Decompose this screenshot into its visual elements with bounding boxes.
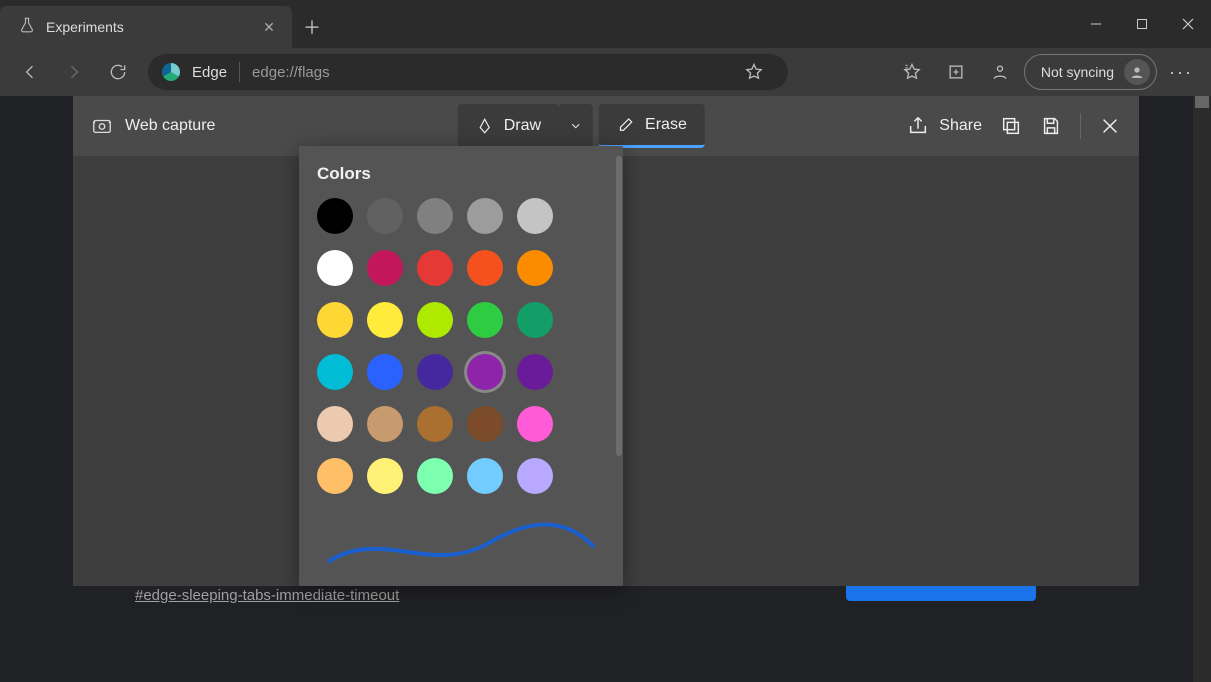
- popup-scrollbar[interactable]: [615, 156, 623, 466]
- tab-close-button[interactable]: ✕: [260, 19, 278, 36]
- color-swatch[interactable]: [367, 198, 403, 234]
- color-swatch[interactable]: [467, 250, 503, 286]
- color-swatch[interactable]: [517, 458, 553, 494]
- sync-status[interactable]: Not syncing: [1024, 54, 1157, 90]
- more-menu-button[interactable]: ···: [1161, 53, 1201, 91]
- colors-title: Colors: [317, 164, 605, 184]
- title-bar: Experiments ✕ ＋: [0, 0, 1211, 48]
- color-swatch[interactable]: [317, 406, 353, 442]
- address-separator: [239, 62, 240, 82]
- colors-popup: Colors: [299, 146, 623, 586]
- share-icon: [907, 115, 929, 137]
- color-swatch[interactable]: [417, 354, 453, 390]
- color-swatch[interactable]: [417, 406, 453, 442]
- save-button[interactable]: [1040, 115, 1062, 137]
- back-button[interactable]: [10, 53, 50, 91]
- color-swatch[interactable]: [367, 458, 403, 494]
- forward-button[interactable]: [54, 53, 94, 91]
- share-button[interactable]: Share: [907, 115, 982, 137]
- color-swatch[interactable]: [317, 250, 353, 286]
- avatar-icon: [1124, 59, 1150, 85]
- edge-logo-icon: [162, 63, 180, 81]
- sync-label: Not syncing: [1041, 64, 1114, 80]
- color-swatch[interactable]: [517, 302, 553, 338]
- web-capture-title: Web capture: [125, 117, 215, 135]
- profile-button[interactable]: [980, 53, 1020, 91]
- color-swatch[interactable]: [317, 198, 353, 234]
- color-swatch[interactable]: [417, 250, 453, 286]
- refresh-button[interactable]: [98, 53, 138, 91]
- close-capture-button[interactable]: [1099, 115, 1121, 137]
- color-swatch[interactable]: [367, 250, 403, 286]
- pen-icon: [476, 117, 494, 135]
- color-swatch[interactable]: [467, 406, 503, 442]
- draw-options-button[interactable]: [559, 104, 593, 148]
- color-swatch[interactable]: [467, 302, 503, 338]
- address-brand: Edge: [192, 64, 227, 81]
- popup-scrollbar-thumb[interactable]: [616, 156, 622, 456]
- web-capture-icon: [91, 115, 113, 137]
- favorites-button[interactable]: [892, 53, 932, 91]
- flask-icon: [18, 16, 36, 39]
- window-close-button[interactable]: [1165, 0, 1211, 48]
- toolbar-divider: [1080, 113, 1081, 139]
- address-url: edge://flags: [252, 64, 330, 81]
- favorite-star-button[interactable]: [734, 53, 774, 91]
- address-bar[interactable]: Edge edge://flags: [148, 54, 788, 90]
- color-swatch[interactable]: [317, 302, 353, 338]
- draw-label: Draw: [504, 117, 541, 135]
- color-swatch[interactable]: [417, 198, 453, 234]
- color-swatch[interactable]: [517, 198, 553, 234]
- color-swatch[interactable]: [467, 354, 503, 390]
- eraser-icon: [617, 116, 635, 134]
- copy-button[interactable]: [1000, 115, 1022, 137]
- window-minimize-button[interactable]: [1073, 0, 1119, 48]
- draw-tool-button[interactable]: Draw: [458, 104, 559, 148]
- tab-title: Experiments: [46, 19, 250, 35]
- color-swatch[interactable]: [317, 458, 353, 494]
- color-swatch[interactable]: [417, 302, 453, 338]
- color-swatch[interactable]: [517, 250, 553, 286]
- collections-button[interactable]: [936, 53, 976, 91]
- share-label: Share: [939, 117, 982, 135]
- window-controls: [1073, 0, 1211, 48]
- flag-anchor-link[interactable]: #edge-sleeping-tabs-immediate-timeout: [135, 587, 399, 604]
- chevron-down-icon: [569, 119, 583, 133]
- color-swatch[interactable]: [417, 458, 453, 494]
- erase-tool-button[interactable]: Erase: [599, 104, 705, 148]
- color-swatch[interactable]: [367, 406, 403, 442]
- new-tab-button[interactable]: ＋: [292, 6, 332, 48]
- erase-label: Erase: [645, 116, 687, 134]
- color-swatch[interactable]: [367, 354, 403, 390]
- color-swatch-grid: [317, 198, 605, 494]
- color-swatch[interactable]: [467, 458, 503, 494]
- window-maximize-button[interactable]: [1119, 0, 1165, 48]
- navigation-bar: Edge edge://flags Not syncing ···: [0, 48, 1211, 96]
- browser-tab[interactable]: Experiments ✕: [0, 6, 292, 48]
- color-swatch[interactable]: [517, 406, 553, 442]
- color-swatch[interactable]: [517, 354, 553, 390]
- scrollbar-thumb[interactable]: [1195, 96, 1209, 108]
- color-swatch[interactable]: [317, 354, 353, 390]
- color-swatch[interactable]: [367, 302, 403, 338]
- page-scrollbar[interactable]: [1193, 96, 1211, 682]
- stroke-preview: [323, 522, 599, 572]
- color-swatch[interactable]: [467, 198, 503, 234]
